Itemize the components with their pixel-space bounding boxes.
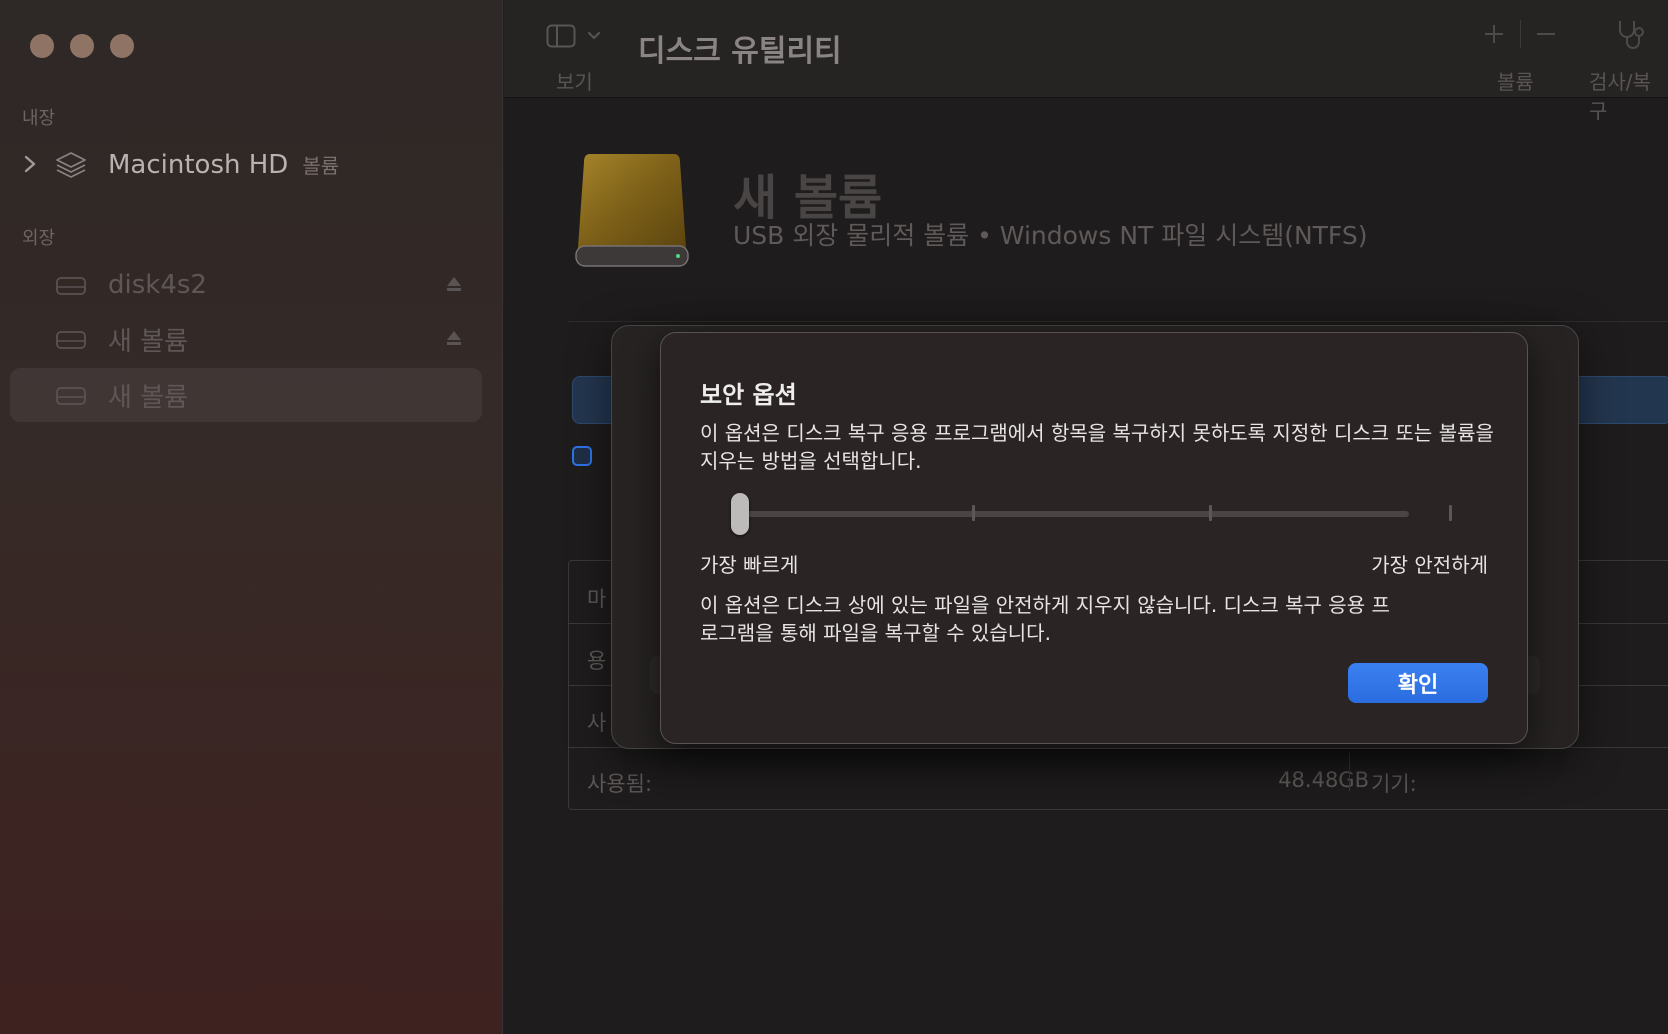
dialog-note: 이 옵션은 디스크 상에 있는 파일을 안전하게 지우지 않습니다. 디스크 복… — [700, 593, 1390, 645]
slider-min-label: 가장 빠르게 — [700, 553, 799, 577]
ok-button[interactable]: 확인 — [1348, 663, 1488, 703]
security-options-dialog: 보안 옵션 이 옵션은 디스크 복구 응용 프로그램에서 항목을 복구하지 못하… — [660, 332, 1528, 744]
dialog-description: 이 옵션은 디스크 복구 응용 프로그램에서 항목을 복구하지 못하도록 지정한… — [700, 421, 1494, 473]
sidebar-item-label: Macintosh HD 볼륨 — [108, 150, 339, 180]
sidebar: 내장 Macintosh HD 볼륨 외장 disk4s2 새 볼륨 새 볼륨 — [0, 0, 503, 1034]
external-drive-icon — [56, 277, 86, 295]
external-drive-icon — [56, 331, 86, 349]
sidebar-section-internal: 내장 — [22, 108, 56, 129]
info-row-1-label: 마 — [587, 587, 607, 611]
sidebar-item-new-volume-2[interactable]: 새 볼륨 — [10, 368, 482, 422]
view-label: 보기 — [556, 70, 593, 94]
sidebar-item-new-volume-1[interactable]: 새 볼륨 — [10, 312, 482, 366]
slider-tick — [1209, 505, 1212, 521]
column-divider — [1349, 751, 1350, 791]
close-window-button[interactable] — [30, 34, 54, 58]
slider-max-label: 가장 안전하게 — [1371, 553, 1488, 577]
info-row-2-label: 용 — [587, 649, 607, 673]
volume-description: USB 외장 물리적 볼륨 • Windows NT 파일 시스템(NTFS) — [733, 221, 1368, 250]
slider-tick — [972, 505, 975, 521]
chevron-right-icon[interactable] — [20, 152, 40, 176]
app-title: 디스크 유틸리티 — [638, 34, 842, 69]
chevron-down-icon[interactable] — [586, 28, 602, 44]
eject-icon[interactable] — [444, 328, 464, 348]
external-drive-large-icon — [575, 154, 689, 267]
first-aid-label: 검사/복구 — [1589, 70, 1651, 123]
sidebar-item-macintosh-hd[interactable]: Macintosh HD 볼륨 — [10, 138, 482, 192]
external-drive-icon — [56, 387, 86, 405]
macintosh-hd-label: Macintosh HD — [108, 150, 289, 180]
device-label: 기기: — [1371, 772, 1417, 796]
minimize-window-button[interactable] — [70, 34, 94, 58]
eject-icon[interactable] — [444, 274, 464, 294]
divider — [568, 321, 1668, 322]
sidebar-toggle-icon[interactable] — [546, 24, 576, 48]
sidebar-item-label: disk4s2 — [108, 270, 207, 300]
zoom-window-button[interactable] — [110, 34, 134, 58]
layers-icon — [56, 152, 86, 178]
sidebar-item-label: 새 볼륨 — [108, 326, 189, 357]
stethoscope-icon[interactable] — [1612, 18, 1652, 50]
macintosh-hd-sublabel: 볼륨 — [302, 154, 340, 178]
used-label: 사용됨: — [587, 772, 653, 796]
sidebar-section-external: 외장 — [22, 228, 56, 249]
remove-volume-icon[interactable] — [1534, 22, 1558, 46]
toolbar-separator — [1520, 20, 1521, 48]
slider-thumb[interactable] — [731, 493, 749, 535]
volume-label: 볼륨 — [1497, 70, 1534, 94]
info-row-3-label: 사 — [587, 711, 607, 735]
slider-tick — [1449, 505, 1452, 521]
sidebar-item-label: 새 볼륨 — [108, 382, 189, 413]
add-volume-icon[interactable] — [1482, 22, 1506, 46]
window-controls — [30, 34, 134, 58]
checkbox[interactable] — [572, 446, 592, 466]
dialog-title: 보안 옵션 — [700, 381, 797, 409]
toolbar: 보기 디스크 유틸리티 볼륨 검사/복구 — [504, 0, 1668, 123]
slider-track[interactable] — [739, 511, 1409, 517]
sidebar-item-disk4s2[interactable]: disk4s2 — [10, 258, 482, 312]
